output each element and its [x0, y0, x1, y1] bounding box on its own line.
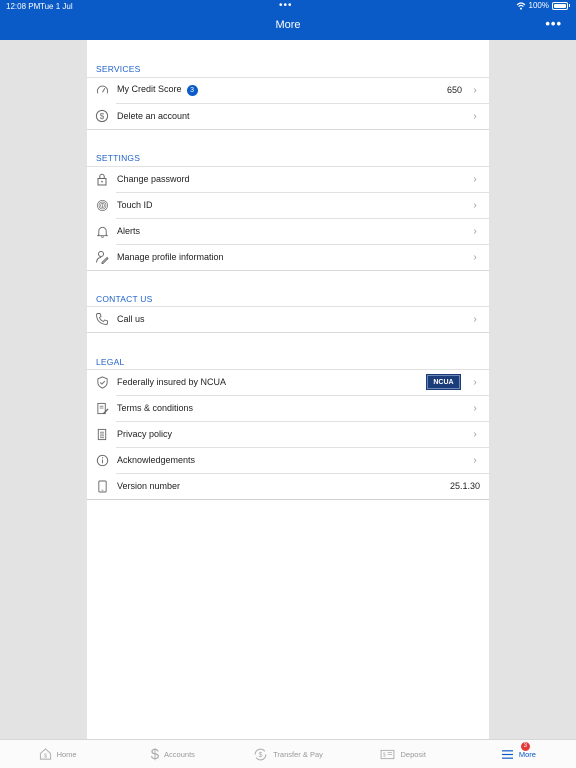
- alerts-row[interactable]: Alerts ›: [87, 218, 489, 244]
- fingerprint-icon: [87, 199, 117, 212]
- phone-icon: [87, 312, 117, 326]
- transfer-icon: $: [254, 748, 267, 760]
- gauge-icon: [87, 84, 117, 97]
- credit-score-badge: 3: [186, 84, 198, 96]
- more-options-icon[interactable]: •••: [545, 16, 562, 31]
- more-settings-panel: SERVICES My Credit Score 3 650 › $ Delete…: [87, 40, 489, 739]
- status-date: Tue 1 Jul: [40, 2, 73, 11]
- chevron-right-icon: ›: [473, 199, 477, 211]
- terms-label: Terms & conditions: [117, 403, 194, 413]
- bell-icon: [87, 225, 117, 238]
- profile-edit-icon: [87, 250, 117, 264]
- app-header: 12:08 PM Tue 1 Jul ••• 100% More •••: [0, 0, 576, 40]
- tab-more-badge: 3: [520, 742, 530, 751]
- delete-account-label: Delete an account: [117, 111, 190, 121]
- alerts-label: Alerts: [117, 226, 141, 236]
- battery-icon: [552, 1, 568, 10]
- acknowledgements-row[interactable]: Acknowledgements ›: [87, 447, 489, 473]
- svg-text:$: $: [44, 754, 47, 760]
- ncua-label: Federally insured by NCUA: [117, 377, 227, 387]
- info-icon: [87, 454, 117, 467]
- ncua-logo: NCUA: [426, 374, 461, 390]
- tab-deposit-label: Deposit: [400, 749, 426, 759]
- section-title-services: SERVICES: [96, 64, 141, 74]
- chevron-right-icon: ›: [473, 376, 477, 388]
- chevron-right-icon: ›: [473, 428, 477, 440]
- tab-more-label: More: [518, 749, 536, 759]
- chevron-right-icon: ›: [473, 110, 477, 122]
- section-title-contact: CONTACT US: [96, 294, 153, 304]
- chevron-right-icon: ›: [473, 251, 477, 263]
- tab-home-label: Home: [56, 749, 77, 759]
- privacy-label: Privacy policy: [117, 429, 173, 439]
- multitasking-dots-icon[interactable]: •••: [279, 0, 293, 11]
- credit-score-value: 650: [446, 85, 462, 95]
- tab-bar: $ Home $ Accounts $ Transfer & Pay $ Dep…: [0, 739, 576, 768]
- chevron-right-icon: ›: [473, 173, 477, 185]
- version-label: Version number: [117, 481, 181, 491]
- wifi-icon: [516, 1, 525, 10]
- chevron-right-icon: ›: [473, 402, 477, 414]
- credit-score-label: My Credit Score: [117, 84, 182, 95]
- change-password-label: Change password: [117, 174, 190, 184]
- status-time: 12:08 PM: [6, 2, 41, 11]
- acknowledgements-label: Acknowledgements: [117, 455, 196, 465]
- svg-text:$: $: [383, 752, 386, 758]
- call-us-label: Call us: [117, 314, 145, 324]
- chevron-right-icon: ›: [473, 454, 477, 466]
- version-row: Version number 25.1.30: [87, 473, 489, 499]
- chevron-right-icon: ›: [473, 84, 477, 96]
- tab-home[interactable]: $ Home: [0, 740, 115, 768]
- terms-row[interactable]: Terms & conditions ›: [87, 395, 489, 421]
- section-title-legal: LEGAL: [96, 357, 125, 367]
- version-value: 25.1.30: [449, 481, 480, 491]
- chevron-right-icon: ›: [473, 225, 477, 237]
- battery-percent: 100%: [528, 1, 549, 10]
- check-deposit-icon: $: [381, 749, 395, 759]
- tab-transfer-pay[interactable]: $ Transfer & Pay: [230, 740, 345, 768]
- touch-id-label: Touch ID: [117, 200, 153, 210]
- tab-deposit[interactable]: $ Deposit: [346, 740, 461, 768]
- page-title: More: [275, 19, 301, 31]
- privacy-row[interactable]: Privacy policy ›: [87, 421, 489, 447]
- section-title-settings: SETTINGS: [96, 153, 141, 163]
- tab-accounts-label: Accounts: [164, 749, 195, 759]
- document-edit-icon: [87, 402, 117, 415]
- dollar-circle-icon: $: [87, 109, 117, 123]
- tab-more[interactable]: 3 More: [461, 740, 576, 768]
- manage-profile-row[interactable]: Manage profile information ›: [87, 244, 489, 270]
- tab-transfer-pay-label: Transfer & Pay: [273, 749, 323, 759]
- dollar-icon: $: [150, 745, 160, 763]
- tab-accounts[interactable]: $ Accounts: [115, 740, 230, 768]
- touch-id-row[interactable]: Touch ID ›: [87, 192, 489, 218]
- delete-account-row[interactable]: $ Delete an account ›: [87, 103, 489, 129]
- document-icon: [87, 428, 117, 441]
- home-icon: $: [39, 748, 51, 760]
- svg-text:$: $: [259, 752, 263, 759]
- credit-score-row[interactable]: My Credit Score 3 650 ›: [87, 77, 489, 103]
- svg-text:$: $: [100, 112, 105, 121]
- lock-icon: [87, 173, 117, 186]
- menu-icon: [501, 749, 513, 759]
- chevron-right-icon: ›: [473, 313, 477, 325]
- call-us-row[interactable]: Call us ›: [87, 306, 489, 332]
- status-right: 100%: [516, 1, 570, 10]
- change-password-row[interactable]: Change password ›: [87, 166, 489, 192]
- ncua-row[interactable]: Federally insured by NCUA NCUA ›: [87, 369, 489, 395]
- shield-check-icon: [87, 375, 117, 389]
- manage-profile-label: Manage profile information: [117, 252, 224, 262]
- device-icon: [87, 480, 117, 493]
